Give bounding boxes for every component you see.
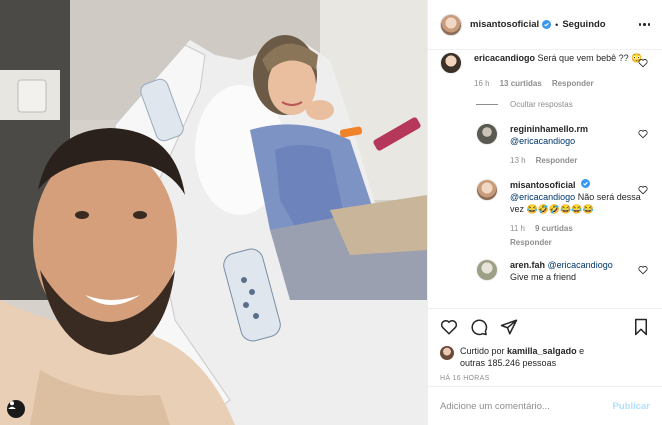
replier-avatar[interactable] xyxy=(476,123,498,145)
replier-avatar[interactable] xyxy=(476,179,498,201)
reply-item: misantosoficial @ericacandiogo Não será … xyxy=(476,179,652,249)
reply-time[interactable]: 11 h xyxy=(510,223,525,235)
publish-button[interactable]: Publicar xyxy=(613,401,651,412)
hide-replies-label: Ocultar respostas xyxy=(510,100,573,109)
author-avatar[interactable] xyxy=(440,13,462,36)
add-comment-bar: Adicione um comentário... Publicar xyxy=(428,386,662,425)
comments-list: ericacandiogo Será que vem bebê ?? 😳 16 … xyxy=(428,50,662,308)
user-tag-icon[interactable] xyxy=(7,400,25,418)
reply-likes[interactable]: 9 curtidas xyxy=(535,223,573,235)
post-action-bar: Curtido por kamilla_salgado e outras 185… xyxy=(428,308,662,386)
liker-avatar[interactable] xyxy=(440,346,454,360)
action-icons-row xyxy=(440,309,650,345)
like-heart-icon[interactable] xyxy=(440,318,458,336)
hide-replies-toggle[interactable]: Ocultar respostas xyxy=(476,100,652,109)
commenter-avatar[interactable] xyxy=(440,52,462,74)
comment-username[interactable]: ericacandiogo xyxy=(474,53,535,63)
reply-button[interactable]: Responder xyxy=(552,78,594,90)
reply-mention[interactable]: @ericacandiogo xyxy=(548,260,613,270)
like-reply-heart-icon[interactable] xyxy=(638,185,648,195)
likes-summary: Curtido por kamilla_salgado e outras 185… xyxy=(440,345,650,369)
likes-prefix: Curtido por xyxy=(460,346,508,356)
comment-likes[interactable]: 13 curtidas xyxy=(500,78,542,90)
like-comment-heart-icon[interactable] xyxy=(638,58,648,68)
reply-mention[interactable]: @ericacandiogo xyxy=(510,136,575,146)
header-separator: • xyxy=(555,19,559,30)
hide-replies-line xyxy=(476,104,498,105)
author-username[interactable]: misantosoficial xyxy=(470,19,539,30)
following-button[interactable]: Seguindo xyxy=(562,19,605,30)
liker-username[interactable]: kamilla_salgado xyxy=(507,346,577,356)
comment-text: Será que vem bebê ?? 😳 xyxy=(537,53,643,63)
reply-time[interactable]: 13 h xyxy=(510,155,526,167)
reply-item: regininhamello.rm @ericacandiogo 13 h Re… xyxy=(476,123,652,167)
comment-input[interactable]: Adicione um comentário... xyxy=(440,401,613,412)
likes-others-count[interactable]: outras 185.246 pessoas xyxy=(460,358,556,368)
save-bookmark-icon[interactable] xyxy=(632,318,650,336)
hospital-selfie-image xyxy=(0,0,427,425)
comment-item: ericacandiogo Será que vem bebê ?? 😳 16 … xyxy=(440,52,652,90)
reply-mention[interactable]: @ericacandiogo xyxy=(510,192,575,202)
post-side-panel: misantosoficial • Seguindo ericacandiogo… xyxy=(427,0,662,425)
post-header: misantosoficial • Seguindo xyxy=(428,0,662,50)
replier-avatar[interactable] xyxy=(476,259,498,281)
reply-text: Give me a friend xyxy=(510,272,577,282)
more-options-icon[interactable] xyxy=(638,23,650,26)
post-timestamp[interactable]: HÁ 16 HORAS xyxy=(440,375,650,382)
reply-button[interactable]: Responder xyxy=(510,237,552,249)
share-paper-plane-icon[interactable] xyxy=(500,318,518,336)
like-reply-heart-icon[interactable] xyxy=(638,265,648,275)
post-photo[interactable] xyxy=(0,0,427,425)
reply-button[interactable]: Responder xyxy=(536,155,578,167)
comment-bubble-icon[interactable] xyxy=(470,318,488,336)
verified-badge-icon xyxy=(542,20,552,29)
reply-username[interactable]: misantosoficial xyxy=(510,180,576,190)
reply-username[interactable]: regininhamello.rm xyxy=(510,124,588,134)
likes-middle: e xyxy=(576,346,585,356)
verified-badge-icon xyxy=(581,179,591,188)
reply-item: aren.fah @ericacandiogo Give me a friend xyxy=(476,259,652,283)
like-reply-heart-icon[interactable] xyxy=(638,129,648,139)
comment-time[interactable]: 16 h xyxy=(474,78,490,90)
reply-username[interactable]: aren.fah xyxy=(510,260,545,270)
